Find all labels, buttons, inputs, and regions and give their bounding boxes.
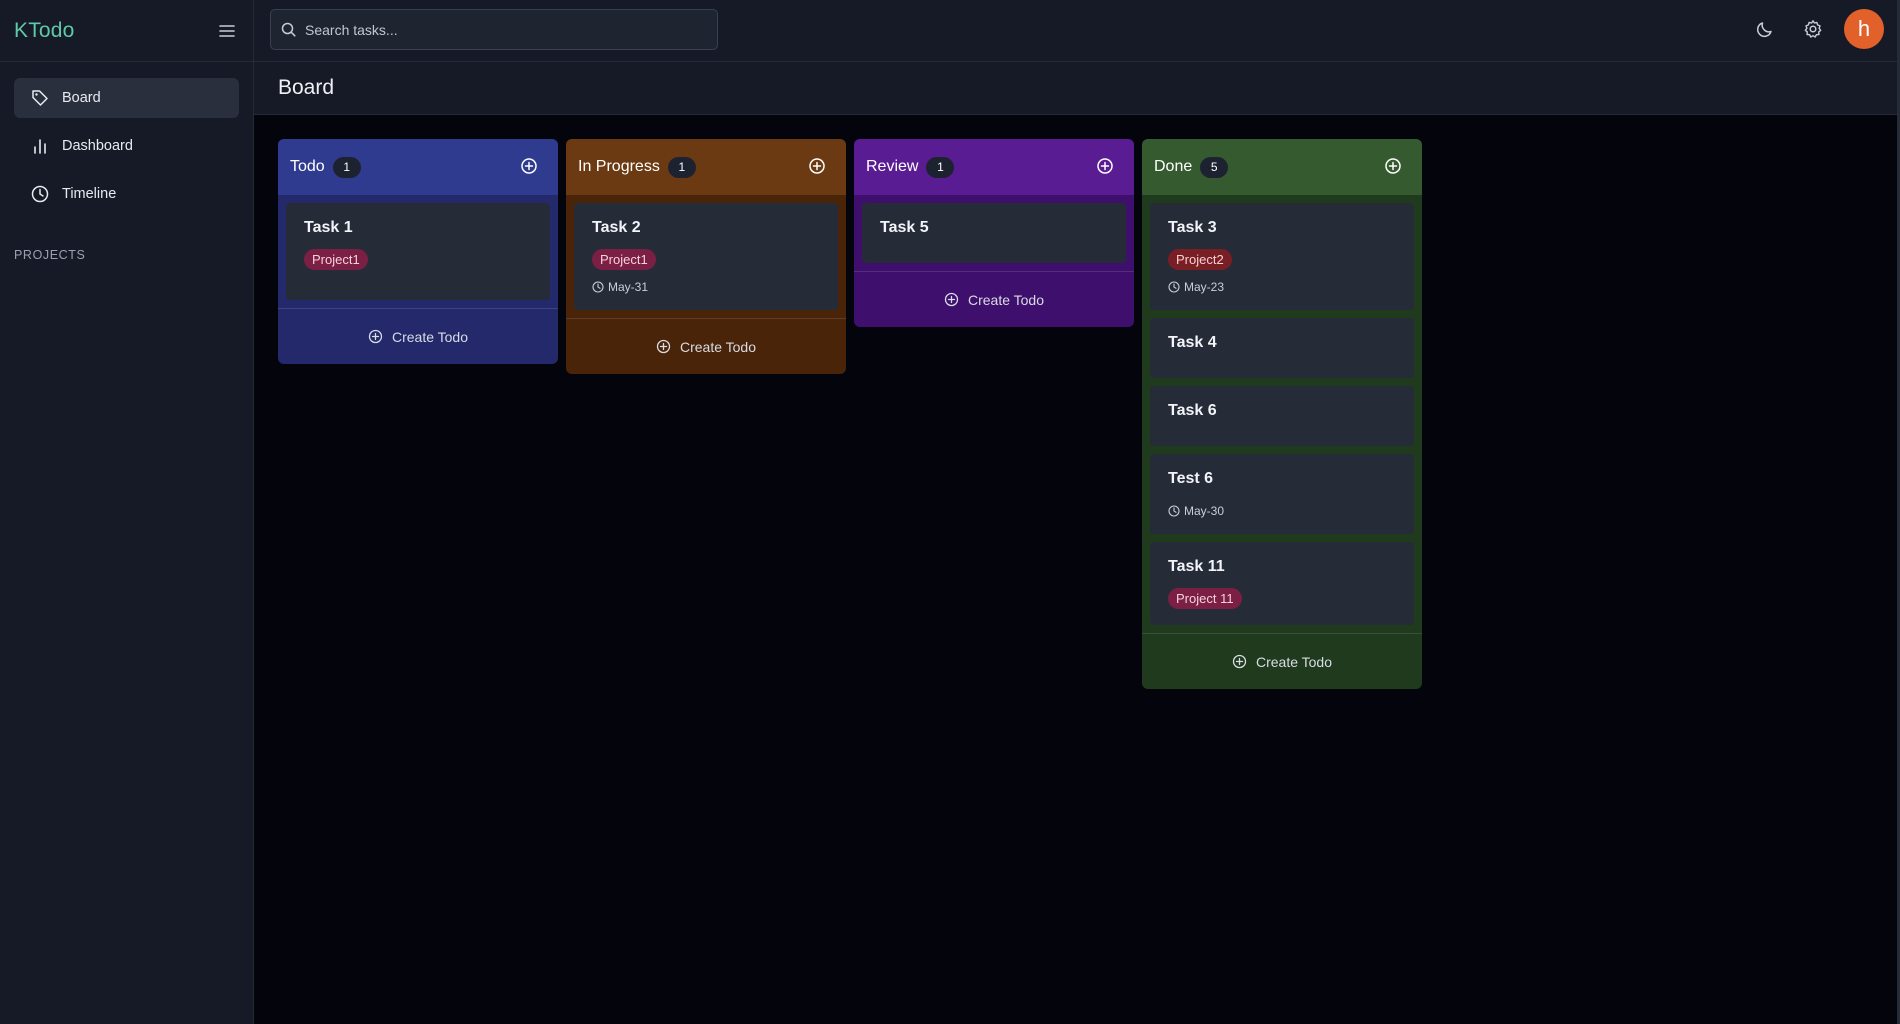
column-review: Review 1 Task 5 Create Todo: [854, 139, 1134, 327]
count-badge: 1: [926, 156, 955, 178]
column-header: Review 1: [854, 139, 1134, 195]
page-header: Board: [254, 62, 1900, 115]
search-input[interactable]: [305, 21, 705, 38]
column-title: Done: [1154, 158, 1193, 175]
task-title: Task 3: [1168, 219, 1217, 236]
add-circle-icon[interactable]: [1384, 157, 1404, 177]
clock-icon: [592, 281, 604, 293]
column-header: Todo 1: [278, 139, 558, 195]
task-card[interactable]: Task 6: [1150, 386, 1414, 446]
column-body: Task 3 Project2 May-23 Task 4 Task 6 Tes…: [1142, 195, 1422, 625]
project-tag: Project1: [304, 249, 368, 270]
tag-icon: [30, 88, 50, 108]
add-circle-icon[interactable]: [1096, 157, 1116, 177]
task-card[interactable]: Task 4: [1150, 318, 1414, 378]
sidebar-item-timeline[interactable]: Timeline: [14, 174, 239, 214]
add-circle-icon: [656, 339, 672, 355]
due-date-text: May-23: [1184, 280, 1225, 294]
sidebar-item-label: Timeline: [62, 186, 117, 202]
create-todo-button[interactable]: Create Todo: [566, 318, 846, 374]
column-done: Done 5 Task 3 Project2 May-23 Task 4 Tas…: [1142, 139, 1422, 689]
gear-icon[interactable]: [1796, 12, 1830, 46]
due-date: May-23: [1168, 280, 1396, 294]
task-title: Task 2: [592, 219, 641, 236]
column-title: In Progress: [578, 158, 660, 175]
sidebar-item-label: Board: [62, 90, 101, 106]
task-title: Task 6: [1168, 402, 1217, 419]
due-date: May-30: [1168, 504, 1396, 518]
sidebar-item-label: Dashboard: [62, 138, 133, 154]
task-card[interactable]: Test 6 May-30: [1150, 454, 1414, 534]
top-actions: h: [1748, 9, 1884, 49]
create-todo-button[interactable]: Create Todo: [278, 308, 558, 364]
clock-icon: [30, 184, 50, 204]
app-logo[interactable]: KTodo: [14, 19, 75, 43]
count-badge: 1: [667, 156, 696, 178]
projects-section-label: PROJECTS: [14, 248, 86, 262]
clock-icon: [1168, 505, 1180, 517]
task-card[interactable]: Task 5: [862, 203, 1126, 263]
add-circle-icon: [1232, 654, 1248, 670]
add-circle-icon[interactable]: [520, 157, 540, 177]
clock-icon: [1168, 281, 1180, 293]
search-icon: [281, 22, 297, 38]
add-circle-icon: [368, 329, 384, 345]
create-todo-label: Create Todo: [391, 328, 468, 345]
avatar[interactable]: h: [1844, 9, 1884, 49]
task-title: Task 11: [1168, 558, 1225, 575]
search-box[interactable]: [270, 9, 718, 50]
page-title: Board: [278, 76, 335, 99]
due-date-text: May-30: [1184, 504, 1225, 518]
task-title: Task 1: [304, 219, 353, 236]
menu-icon[interactable]: [215, 19, 239, 43]
create-todo-label: Create Todo: [967, 291, 1044, 308]
task-title: Test 6: [1168, 470, 1214, 487]
task-card[interactable]: Task 3 Project2 May-23: [1150, 203, 1414, 310]
create-todo-label: Create Todo: [679, 338, 756, 355]
count-badge: 5: [1200, 156, 1229, 178]
bar-chart-icon: [30, 136, 50, 156]
task-title: Task 4: [1168, 334, 1217, 351]
sidebar-item-board[interactable]: Board: [14, 78, 239, 118]
column-title: Todo: [290, 158, 325, 175]
sidebar-item-dashboard[interactable]: Dashboard: [14, 126, 239, 166]
sidebar-nav: Board Dashboard Timeline: [0, 62, 253, 214]
task-card[interactable]: Task 11 Project 11: [1150, 542, 1414, 625]
sidebar: KTodo Board Dashboard Timeline PROJECTS: [0, 0, 254, 1024]
column-header: Done 5: [1142, 139, 1422, 195]
column-body: Task 2 Project1 May-31: [566, 195, 846, 310]
project-tag: Project2: [1168, 249, 1232, 270]
task-title: Task 5: [880, 219, 929, 236]
project-tag: Project 11: [1168, 588, 1242, 609]
column-body: Task 5: [854, 195, 1134, 263]
due-date: May-31: [592, 280, 820, 294]
topbar: h: [254, 0, 1900, 62]
create-todo-label: Create Todo: [1255, 653, 1332, 670]
kanban-board: Todo 1 Task 1 Project1 Create Todo In Pr…: [278, 139, 1430, 689]
task-card[interactable]: Task 2 Project1 May-31: [574, 203, 838, 310]
create-todo-button[interactable]: Create Todo: [1142, 633, 1422, 689]
column-in-progress: In Progress 1 Task 2 Project1 May-31 Cre…: [566, 139, 846, 374]
count-badge: 1: [332, 156, 361, 178]
add-circle-icon: [944, 292, 960, 308]
brand-bar: KTodo: [0, 0, 253, 62]
project-tag: Project1: [592, 249, 656, 270]
column-header: In Progress 1: [566, 139, 846, 195]
create-todo-button[interactable]: Create Todo: [854, 271, 1134, 327]
column-body: Task 1 Project1: [278, 195, 558, 300]
column-title: Review: [866, 158, 919, 175]
task-card[interactable]: Task 1 Project1: [286, 203, 550, 300]
due-date-text: May-31: [608, 280, 649, 294]
dark-mode-moon-icon[interactable]: [1748, 12, 1782, 46]
add-circle-icon[interactable]: [808, 157, 828, 177]
column-todo: Todo 1 Task 1 Project1 Create Todo: [278, 139, 558, 364]
